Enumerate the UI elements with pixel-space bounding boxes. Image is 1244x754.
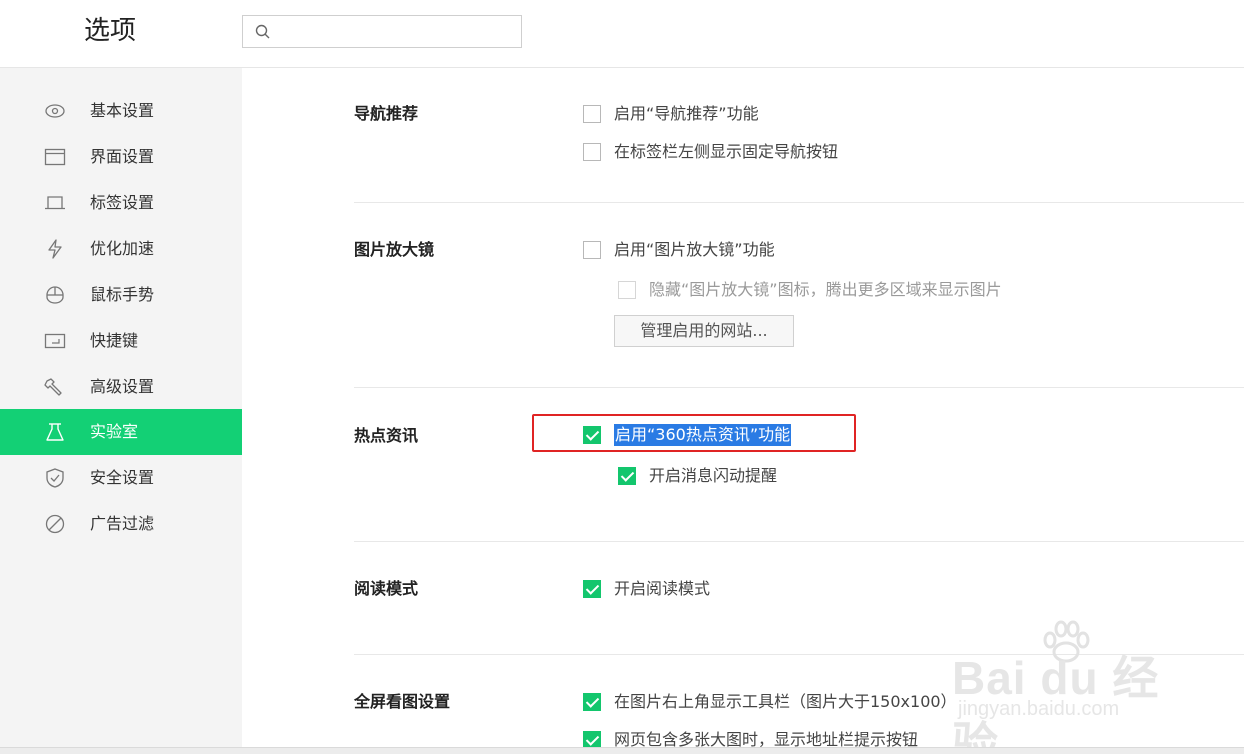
- checkbox-checked[interactable]: [583, 426, 601, 444]
- sidebar-item-label: 基本设置: [90, 101, 155, 120]
- sidebar-item-security[interactable]: 安全设置: [0, 455, 242, 501]
- sidebar-item-speed[interactable]: 优化加速: [0, 226, 242, 272]
- sidebar-item-basic[interactable]: 基本设置: [0, 88, 242, 134]
- section-title-nav: 导航推荐: [354, 104, 419, 123]
- eye-icon: [45, 104, 65, 118]
- checkbox-checked[interactable]: [583, 580, 601, 598]
- search-input[interactable]: [242, 15, 522, 48]
- sidebar-item-advanced[interactable]: 高级设置: [0, 364, 242, 410]
- search-icon: [255, 24, 270, 39]
- sidebar: 基本设置 界面设置 标签设置 优化加速 鼠标手势 快捷键 高级设置 实验室 安全…: [0, 68, 242, 754]
- checkbox-unchecked[interactable]: [583, 143, 601, 161]
- sidebar-item-shortcuts[interactable]: 快捷键: [0, 318, 242, 364]
- section-title-hotnews: 热点资讯: [354, 426, 419, 445]
- sidebar-item-label: 实验室: [90, 422, 139, 441]
- sidebar-item-label: 标签设置: [90, 193, 155, 212]
- sidebar-item-tabs[interactable]: 标签设置: [0, 180, 242, 226]
- sidebar-item-label: 快捷键: [90, 331, 139, 350]
- checkbox-disabled: [618, 281, 636, 299]
- sidebar-item-label: 安全设置: [90, 468, 155, 487]
- sidebar-item-adblock[interactable]: 广告过滤: [0, 501, 242, 547]
- checkbox-checked[interactable]: [618, 467, 636, 485]
- manage-sites-button[interactable]: 管理启用的网站...: [614, 315, 794, 347]
- sidebar-item-label: 鼠标手势: [90, 285, 155, 304]
- sidebar-item-label: 优化加速: [90, 239, 155, 258]
- sidebar-item-label: 高级设置: [90, 377, 155, 396]
- block-icon: [45, 514, 65, 534]
- mouse-icon: [46, 286, 64, 304]
- bottom-status-bar: [0, 747, 1244, 754]
- shield-icon: [46, 468, 64, 488]
- checkbox-unchecked[interactable]: [583, 105, 601, 123]
- section-title-fullscreen: 全屏看图设置: [354, 692, 451, 711]
- page-title: 选项: [84, 16, 137, 46]
- sidebar-item-mouse[interactable]: 鼠标手势: [0, 272, 242, 318]
- section-title-magnifier: 图片放大镜: [354, 240, 435, 259]
- lightning-icon: [48, 239, 62, 259]
- header: 选项: [0, 0, 1244, 68]
- sidebar-item-lab[interactable]: 实验室: [0, 409, 242, 455]
- divider: [354, 387, 1244, 388]
- wrench-icon: [44, 378, 62, 396]
- sidebar-item-label: 界面设置: [90, 147, 155, 166]
- flask-icon: [46, 423, 64, 441]
- divider: [354, 654, 1244, 655]
- divider: [354, 202, 1244, 203]
- checkbox-checked[interactable]: [583, 693, 601, 711]
- sidebar-item-interface[interactable]: 界面设置: [0, 134, 242, 180]
- keyboard-icon: [44, 333, 66, 349]
- sidebar-item-label: 广告过滤: [90, 514, 155, 533]
- settings-panel: 导航推荐 启用“导航推荐”功能 在标签栏左侧显示固定导航按钮 图片放大镜 启用“…: [242, 68, 1244, 754]
- checkbox-unchecked[interactable]: [583, 241, 601, 259]
- section-title-reading: 阅读模式: [354, 579, 419, 598]
- window-icon: [44, 148, 66, 166]
- tab-icon: [45, 196, 65, 210]
- divider: [354, 541, 1244, 542]
